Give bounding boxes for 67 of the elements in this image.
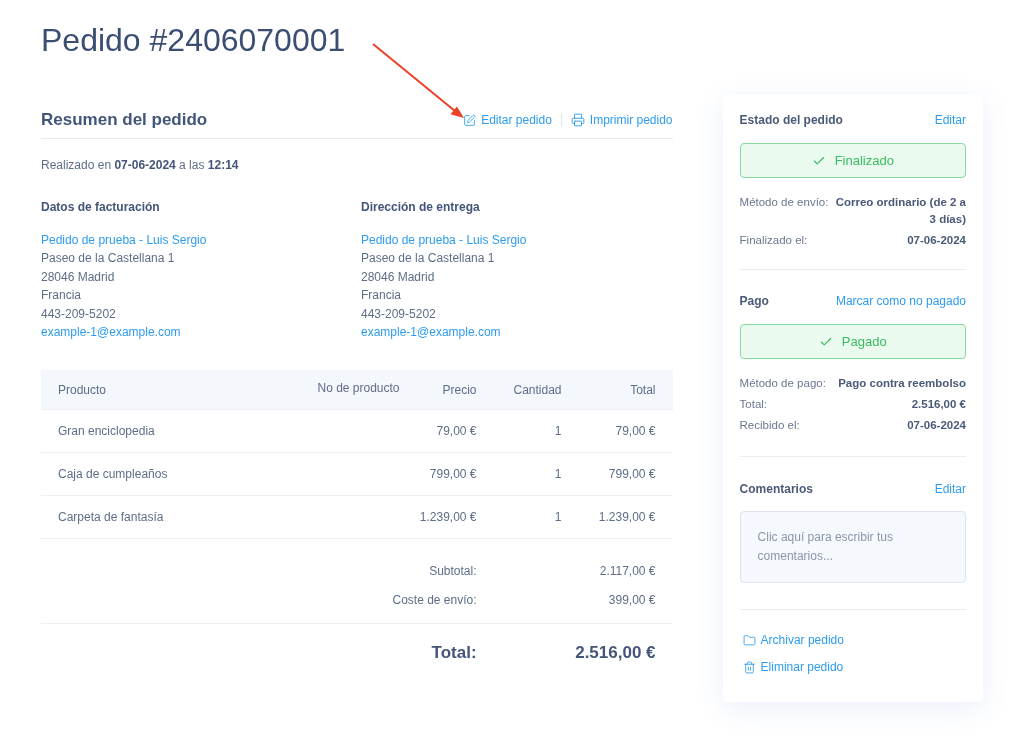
table-cell: 1.239,00 €: [598, 510, 656, 525]
edit-icon: [463, 113, 477, 127]
table-cell: Gran enciclopedia: [58, 424, 155, 439]
status-badge: Finalizado: [739, 143, 966, 178]
section-title: Resumen del pedido: [41, 109, 208, 131]
detail-value: 07-06-2024: [907, 233, 966, 248]
table-cell: 1: [554, 467, 562, 482]
printer-icon: [570, 113, 585, 127]
column-header: Precio: [442, 382, 477, 397]
archive-order-link[interactable]: Archivar pedido: [739, 631, 844, 649]
edit-order-link[interactable]: Editar pedido: [463, 111, 552, 129]
section-title: Pago: [739, 293, 769, 310]
detail-label: Recibido el:: [739, 418, 800, 433]
grand-total-value: 2.516,00 €: [575, 642, 656, 662]
table-cell: 799,00 €: [429, 467, 477, 482]
section-action-link[interactable]: Editar: [934, 480, 966, 498]
section-title: Estado del pedido: [739, 112, 843, 129]
email-link[interactable]: example-1@example.com: [41, 323, 181, 342]
total-label: Coste de envío:: [392, 592, 477, 607]
total-label: Subtotal:: [429, 563, 477, 578]
table-cell: 1: [554, 424, 562, 439]
total-value: 2.117,00 €: [599, 563, 656, 578]
section-action-link[interactable]: Editar: [934, 111, 966, 129]
print-order-link[interactable]: Imprimir pedido: [570, 111, 673, 129]
comments-field[interactable]: Clic aquí para escribir tus comentarios...: [739, 511, 966, 583]
address-line: 28046 Madrid: [41, 268, 115, 286]
page-title: Pedido #2406070001: [41, 21, 346, 60]
table-cell: 79,00 €: [615, 424, 656, 439]
trash-icon: [742, 660, 756, 674]
table-cell: 79,00 €: [436, 424, 477, 439]
status-badge: Pagado: [739, 324, 966, 359]
detail-label: Finalizado el:: [739, 233, 808, 248]
section-title: Comentarios: [739, 481, 813, 498]
customer-name-link[interactable]: Pedido de prueba - Luis Sergio: [361, 231, 527, 250]
section-action-link[interactable]: Marcar como no pagado: [835, 292, 966, 310]
column-header: No de producto: [317, 380, 400, 395]
table-cell: 1.239,00 €: [419, 510, 477, 525]
total-value: 399,00 €: [608, 592, 656, 607]
table-cell: 1: [554, 510, 562, 525]
column-header: Cantidad: [513, 382, 562, 397]
detail-value: Correo ordinario (de 2 a 3 días): [834, 195, 966, 227]
column-header: Total: [630, 382, 656, 397]
column-header: Producto: [58, 382, 107, 397]
detail-value: 07-06-2024: [907, 418, 966, 433]
email-link[interactable]: example-1@example.com: [361, 323, 501, 342]
order-date-text: Realizado en 07-06-2024 a las 12:14: [41, 157, 239, 174]
delete-order-link[interactable]: Eliminar pedido: [739, 658, 844, 676]
address-line: Paseo de la Castellana 1: [361, 250, 495, 268]
address-line: 443-209-5202: [361, 305, 436, 323]
detail-value: Pago contra reembolso: [838, 376, 966, 391]
table-cell: Caja de cumpleaños: [58, 467, 168, 482]
detail-label: Método de pago:: [739, 376, 826, 391]
grand-total-label: Total:: [431, 642, 477, 662]
detail-label: Método de envío:: [739, 195, 829, 210]
address-heading: Dirección de entrega: [361, 199, 480, 216]
table-cell: 799,00 €: [608, 467, 656, 482]
address-line: Francia: [361, 287, 401, 305]
folder-icon: [742, 633, 756, 647]
address-line: 28046 Madrid: [361, 268, 435, 286]
address-line: Paseo de la Castellana 1: [41, 250, 175, 268]
customer-name-link[interactable]: Pedido de prueba - Luis Sergio: [41, 231, 207, 250]
address-line: Francia: [41, 287, 81, 305]
address-heading: Datos de facturación: [41, 199, 160, 216]
detail-value: 2.516,00 €: [911, 397, 966, 412]
address-line: 443-209-5202: [41, 305, 116, 323]
detail-label: Total:: [739, 397, 768, 412]
table-cell: Carpeta de fantasía: [58, 510, 164, 525]
